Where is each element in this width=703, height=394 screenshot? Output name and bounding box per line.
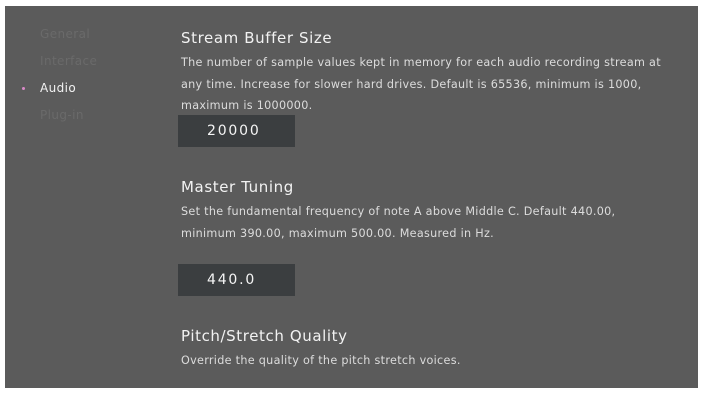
active-indicator-dot — [22, 87, 25, 90]
stream-buffer-input[interactable] — [178, 115, 295, 147]
sidebar-item-general[interactable]: General — [40, 27, 90, 41]
stream-buffer-description: The number of sample values kept in memo… — [181, 56, 661, 112]
master-tuning-input[interactable] — [178, 264, 295, 296]
preferences-panel: General Interface Audio Plug-in Stream B… — [5, 6, 698, 388]
sidebar-item-plugin[interactable]: Plug-in — [40, 108, 84, 122]
stream-buffer-title: Stream Buffer Size — [181, 29, 333, 47]
sidebar-item-interface[interactable]: Interface — [40, 54, 97, 68]
settings-content: Stream Buffer Size The number of sample … — [178, 6, 681, 388]
master-tuning-description: Set the fundamental frequency of note A … — [181, 205, 616, 240]
master-tuning-title: Master Tuning — [181, 178, 294, 196]
sidebar-item-audio[interactable]: Audio — [40, 81, 76, 95]
pitch-stretch-description: Override the quality of the pitch stretc… — [181, 354, 461, 367]
pitch-stretch-title: Pitch/Stretch Quality — [181, 327, 348, 345]
preferences-sidebar: General Interface Audio Plug-in — [5, 6, 170, 388]
